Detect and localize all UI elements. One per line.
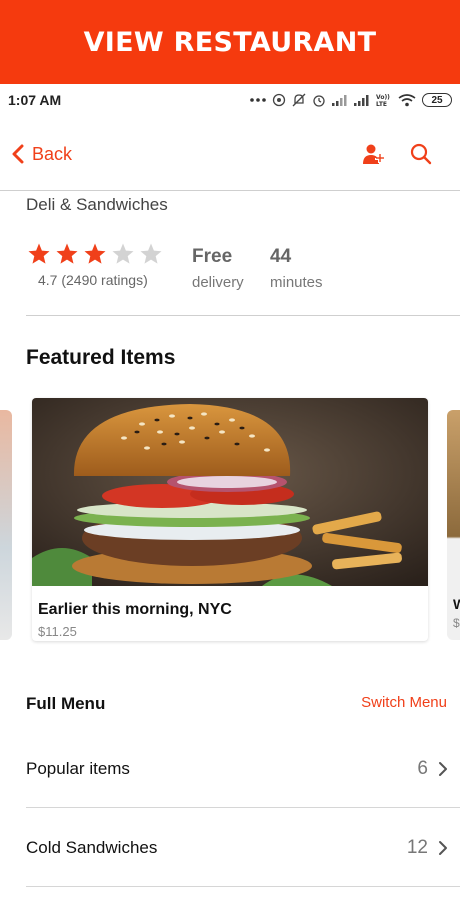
menu-row-count: 12 (406, 836, 428, 858)
delivery-label: delivery (192, 274, 244, 291)
menu-row-cold-sandwiches[interactable]: Cold Sandwiches 12 (26, 808, 460, 887)
mute-icon (292, 93, 306, 107)
battery-icon: 25 (422, 93, 452, 107)
next-card-title: W (453, 596, 460, 612)
back-label: Back (32, 143, 73, 164)
banner-title: VIEW RESTAURANT (83, 26, 377, 58)
nav-actions (362, 143, 448, 165)
time-info: 44 minutes (270, 246, 323, 291)
status-time: 1:07 AM (8, 92, 62, 108)
volte-icon: Vo))LTE (376, 94, 390, 107)
app-banner: VIEW RESTAURANT (0, 0, 460, 84)
svg-text:LTE: LTE (376, 101, 387, 107)
status-icons: Vo)) LTE 25 (250, 93, 452, 107)
star-filled-icon (56, 243, 78, 264)
chevron-right-icon (438, 761, 448, 777)
more-dots-icon (250, 98, 266, 102)
signal-icon (354, 95, 369, 106)
status-bar: 1:07 AM Vo)) LTE 25 (0, 84, 460, 116)
switch-menu-link[interactable]: Switch Menu (361, 694, 447, 711)
rating-text: 4.7 (2490 ratings) (38, 272, 148, 288)
featured-title: Featured Items (26, 346, 176, 369)
chevron-right-icon (438, 840, 448, 856)
time-value: 44 (270, 246, 292, 267)
wifi-icon (398, 93, 416, 106)
nav-divider (0, 190, 460, 191)
featured-card-prev[interactable] (0, 410, 12, 640)
burger-image (32, 398, 428, 586)
star-filled-icon (28, 243, 50, 264)
featured-card[interactable]: Earlier this morning, NYC $11.25 (32, 398, 428, 641)
menu-row-popular-items[interactable]: Popular items 6 (26, 729, 460, 808)
featured-item-price: $11.25 (38, 624, 77, 639)
navigation-bar: Back (0, 132, 460, 176)
star-empty-icon (112, 243, 134, 264)
star-empty-icon (140, 243, 162, 264)
full-menu-title: Full Menu (26, 694, 106, 713)
menu-row-count: 6 (417, 757, 428, 779)
rating-block: 4.7 (2490 ratings) (26, 242, 164, 288)
delivery-info: Free delivery (192, 246, 244, 291)
featured-item-title: Earlier this morning, NYC (38, 601, 232, 618)
star-filled-icon (84, 243, 106, 264)
svg-text:Vo)): Vo)) (376, 94, 390, 101)
next-card-price: $ (453, 616, 460, 630)
alarm-icon (313, 95, 325, 107)
delivery-value: Free (192, 246, 233, 267)
star-rating (26, 242, 164, 266)
signal-icon (332, 95, 347, 106)
restaurant-category: Deli & Sandwiches (26, 195, 168, 214)
back-button[interactable]: Back (12, 144, 72, 165)
menu-row-label: Cold Sandwiches (26, 837, 158, 857)
menu-row-divider (26, 886, 460, 887)
user-add-icon[interactable] (362, 143, 384, 165)
time-label: minutes (270, 274, 323, 291)
chevron-left-icon (12, 144, 24, 164)
menu-row-label: Popular items (26, 758, 130, 778)
search-icon[interactable] (410, 143, 432, 165)
section-divider (26, 315, 460, 316)
hotspot-icon (272, 93, 286, 107)
featured-card-next[interactable]: W $ (447, 410, 460, 640)
